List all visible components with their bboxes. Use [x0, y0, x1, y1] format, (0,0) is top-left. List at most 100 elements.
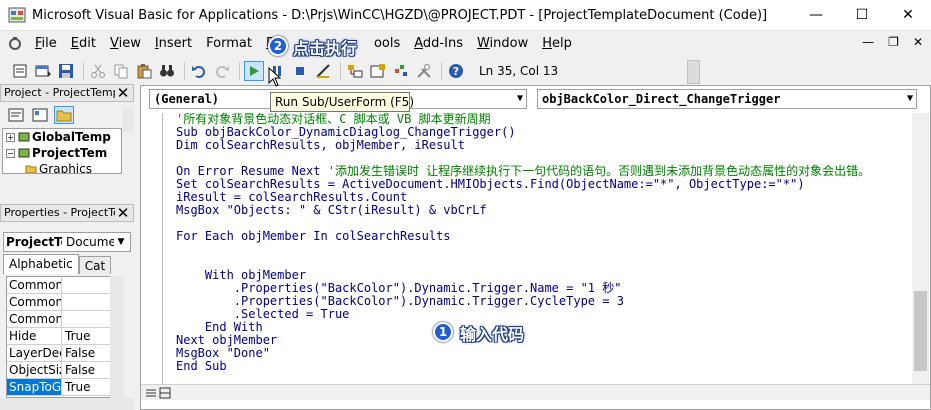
callout-text-enter-code: 输入代码: [460, 325, 525, 344]
minimize-button[interactable]: —: [793, 0, 839, 30]
cut-button[interactable]: [88, 61, 108, 81]
menu-view[interactable]: View: [103, 33, 148, 55]
menu-tools[interactable]: ools: [367, 33, 407, 55]
code-window-icon: [9, 37, 21, 50]
properties-window-button[interactable]: [368, 61, 388, 81]
toolbar-separator: [184, 62, 185, 80]
toolbar-overflow-handle[interactable]: [687, 60, 700, 84]
undo-button[interactable]: [189, 61, 209, 81]
project-tree-scrollbar[interactable]: [123, 108, 134, 132]
properties-scrollbar[interactable]: [110, 276, 124, 398]
procedure-view-icon[interactable]: [145, 387, 157, 399]
object-name: ProjectTe: [6, 235, 62, 249]
object-browser-icon: [395, 65, 407, 76]
property-row[interactable]: CommonV: [7, 294, 123, 311]
collapse-toggle[interactable]: −: [6, 148, 15, 158]
close-button[interactable]: ✕: [885, 0, 931, 30]
code-line[interactable]: End Sub: [176, 360, 911, 373]
help-button[interactable]: ?: [446, 61, 466, 81]
properties-close-button[interactable]: ✕: [115, 205, 131, 221]
menu-help[interactable]: Help: [535, 33, 579, 55]
menu-edit[interactable]: Edit: [64, 33, 103, 55]
scissors-icon: [91, 64, 105, 78]
mdi-close-button[interactable]: ✕: [913, 35, 923, 49]
project-explorer-close-button[interactable]: ✕: [115, 85, 131, 101]
insert-userform-button[interactable]: [33, 61, 53, 81]
design-mode-button[interactable]: [313, 61, 333, 81]
tree-item-project-template[interactable]: − ProjectTem: [3, 145, 121, 161]
mdi-restore-button[interactable]: ❐: [888, 35, 899, 49]
toolbar-separator: [239, 62, 240, 80]
properties-object-select[interactable]: ProjectTe Documen ▼: [3, 232, 131, 252]
redo-button[interactable]: [212, 61, 232, 81]
code-line[interactable]: For Each objMember In colSearchResults: [176, 230, 911, 243]
maximize-button[interactable]: ☐: [839, 0, 885, 30]
chevron-down-icon: ▼: [906, 93, 913, 104]
stop-icon: [296, 67, 304, 75]
save-button[interactable]: [56, 61, 76, 81]
property-row[interactable]: ObjectSiz False: [7, 362, 123, 379]
reset-button[interactable]: [290, 61, 310, 81]
mdi-minimize-button[interactable]: —: [862, 35, 874, 49]
standard-toolbar: ? Ln 35, Col 13: [0, 57, 700, 85]
code-line[interactable]: MsgBox "Done": [176, 347, 911, 360]
binoculars-icon: [160, 65, 174, 77]
find-button[interactable]: [157, 61, 177, 81]
folder-icon: [25, 165, 37, 173]
tree-item-graphics[interactable]: Graphics: [3, 161, 121, 173]
code-line[interactable]: [176, 243, 911, 256]
code-line[interactable]: .Selected = True: [176, 308, 911, 321]
undo-icon: [192, 66, 205, 78]
scrollbar-thumb[interactable]: [914, 291, 927, 371]
callout-badge-1: 1: [433, 322, 453, 342]
menu-add-ins[interactable]: Add-Ins: [407, 33, 470, 55]
window-title: Microsoft Visual Basic for Applications …: [32, 7, 768, 23]
code-vertical-scrollbar[interactable]: [912, 113, 929, 393]
paste-button[interactable]: [134, 61, 154, 81]
vba-app-icon: [8, 7, 26, 23]
code-line[interactable]: End With: [176, 321, 911, 334]
full-module-view-icon[interactable]: [159, 387, 171, 399]
property-row[interactable]: CommonV: [7, 311, 123, 328]
properties-horizontal-scrollbar[interactable]: [0, 398, 134, 410]
procedure-combo[interactable]: objBackColor_Direct_ChangeTrigger ▼: [537, 89, 917, 109]
code-bottom-bar: [141, 384, 930, 400]
properties-grid: CommonV CommonV CommonV HideTrue LayerDe…: [6, 276, 124, 398]
object-browser-button[interactable]: [391, 61, 411, 81]
menu-format[interactable]: Format: [199, 33, 259, 55]
design-mode-icon: [316, 64, 330, 78]
run-sub-userform-button[interactable]: [244, 61, 264, 81]
view-object-small-button[interactable]: [30, 106, 50, 124]
tab-categorized[interactable]: Cat: [78, 256, 112, 274]
help-icon: ?: [449, 64, 463, 78]
toolbox-button[interactable]: [414, 61, 434, 81]
view-code-button[interactable]: [6, 106, 26, 124]
property-row-selected[interactable]: SnapToG True: [7, 379, 123, 396]
code-line[interactable]: Next objMember: [176, 334, 911, 347]
folder-icon: [56, 110, 72, 122]
code-margin-indicator-bar: [149, 113, 163, 393]
properties-tabs: Alphabetic Cat: [3, 254, 112, 274]
tab-alphabetic[interactable]: Alphabetic: [3, 254, 79, 274]
copy-button[interactable]: [111, 61, 131, 81]
view-object-button[interactable]: [10, 61, 30, 81]
toolbar-separator: [441, 62, 442, 80]
tree-item-global-template[interactable]: + GlobalTemp: [3, 129, 121, 145]
menu-window[interactable]: Window: [470, 33, 535, 55]
insert-form-icon: [35, 65, 51, 77]
property-row[interactable]: LayerDeclFalse: [7, 345, 123, 362]
mouse-pointer-icon: [268, 67, 282, 87]
toggle-folders-button[interactable]: [54, 106, 74, 124]
property-row[interactable]: CommonV: [7, 277, 123, 294]
project-icon: [18, 132, 30, 142]
menu-file[interactable]: File: [28, 33, 64, 55]
menu-insert[interactable]: Insert: [148, 33, 199, 55]
project-explorer-title: Project - ProjectTemp ✕: [0, 84, 134, 102]
project-explorer-button[interactable]: [345, 61, 365, 81]
expand-toggle[interactable]: +: [6, 132, 15, 142]
code-line[interactable]: Dim colSearchResults, objMember, iResult: [176, 139, 911, 152]
code-editor[interactable]: '所有对象背景色动态对话框、C 脚本或 VB 脚本更新周期 Sub objBack…: [176, 113, 911, 393]
code-line[interactable]: MsgBox "Objects: " & CStr(iResult) & vbC…: [176, 204, 911, 217]
property-row[interactable]: Hide True: [7, 328, 123, 345]
save-icon: [59, 64, 73, 78]
